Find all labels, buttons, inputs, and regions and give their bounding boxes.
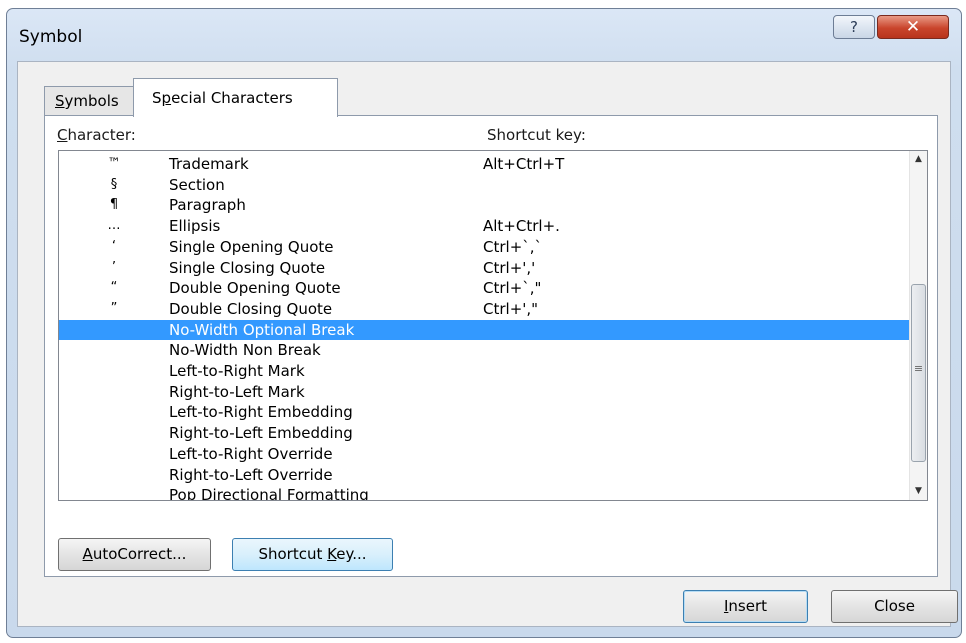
character-glyph: ‘ bbox=[111, 238, 117, 254]
shortcut-key-value: Ctrl+`," bbox=[483, 279, 542, 298]
tab-symbols[interactable]: Symbols bbox=[44, 86, 134, 115]
insert-button[interactable]: Insert bbox=[683, 590, 808, 623]
list-item[interactable]: No-Width Non Break bbox=[59, 340, 911, 361]
up-arrow-icon[interactable]: ▲ bbox=[910, 151, 927, 168]
shortcut-key-value: Alt+Ctrl+T bbox=[483, 155, 565, 173]
character-glyph: ™ bbox=[107, 156, 121, 171]
list-item[interactable]: ¶ Paragraph bbox=[59, 195, 911, 216]
character-name: Section bbox=[169, 175, 225, 194]
character-name: Left-to-Right Mark bbox=[169, 362, 305, 380]
window-close-button[interactable]: ✕ bbox=[877, 15, 949, 39]
tab-special-characters[interactable]: Special Characters bbox=[133, 78, 338, 117]
character-name: Right-to-Left Override bbox=[169, 465, 333, 484]
character-name: No-Width Optional Break bbox=[169, 320, 355, 339]
character-glyph: ¶ bbox=[109, 197, 119, 213]
title-bar[interactable]: Symbol ? ✕ bbox=[7, 9, 961, 61]
character-name: Double Closing Quote bbox=[169, 299, 333, 318]
character-name: Left-to-Right Override bbox=[169, 444, 333, 463]
close-icon: ✕ bbox=[905, 17, 921, 37]
list-item[interactable]: Right-to-Left Embedding bbox=[59, 423, 911, 444]
character-name: Right-to-Left Mark bbox=[169, 382, 305, 401]
character-name: Right-to-Left Embedding bbox=[169, 424, 353, 443]
character-name: Left-to-Right Embedding bbox=[169, 403, 353, 422]
list-item[interactable]: Right-to-Left Override bbox=[59, 465, 911, 486]
shortcut-key-value: Ctrl+`,` bbox=[483, 237, 543, 256]
grip-icon: ≡ bbox=[913, 362, 924, 375]
list-item[interactable]: No-Width Optional Break bbox=[59, 319, 911, 341]
list-item[interactable]: Pop Directional Formatting bbox=[59, 485, 911, 501]
shortcut-key-value: Ctrl+',' bbox=[483, 258, 536, 277]
shortcut-key-value: Alt+Ctrl+. bbox=[483, 217, 560, 236]
list-item[interactable]: Left-to-Right Embedding bbox=[59, 402, 911, 423]
shortcut-key-column-header: Shortcut key: bbox=[487, 126, 586, 144]
character-name: Double Opening Quote bbox=[169, 279, 341, 298]
list-item[interactable]: “ Double Opening Quote Ctrl+`," bbox=[59, 278, 911, 299]
help-icon: ? bbox=[850, 18, 858, 36]
character-name: No-Width Non Break bbox=[169, 341, 321, 360]
help-button[interactable]: ? bbox=[833, 15, 875, 39]
symbol-dialog: Symbol ? ✕ Symbols Special Characters Ch… bbox=[6, 8, 962, 638]
list-item[interactable]: … Ellipsis Alt+Ctrl+. bbox=[59, 216, 911, 237]
character-glyph: “ bbox=[110, 280, 118, 296]
character-glyph: … bbox=[107, 218, 121, 234]
character-name: Ellipsis bbox=[169, 217, 221, 236]
shortcut-key-button[interactable]: Shortcut Key... bbox=[232, 538, 393, 571]
character-name: Trademark bbox=[169, 155, 249, 173]
list-item[interactable]: Left-to-Right Override bbox=[59, 444, 911, 465]
vertical-scrollbar[interactable]: ▲ ≡ ▼ bbox=[909, 151, 927, 500]
list-item[interactable]: Right-to-Left Mark bbox=[59, 382, 911, 403]
scrollbar-thumb[interactable]: ≡ bbox=[911, 284, 926, 462]
list-item[interactable]: ‘ Single Opening Quote Ctrl+`,` bbox=[59, 237, 911, 258]
list-item[interactable]: ” Double Closing Quote Ctrl+'," bbox=[59, 299, 911, 320]
character-glyph: § bbox=[110, 176, 118, 192]
character-name: Single Opening Quote bbox=[169, 237, 334, 256]
character-glyph: ” bbox=[110, 300, 118, 316]
special-character-list[interactable]: ™ Trademark Alt+Ctrl+T § Section ¶ Paragraph … E… bbox=[58, 150, 928, 501]
character-glyph: ’ bbox=[111, 259, 117, 275]
character-name: Pop Directional Formatting bbox=[169, 486, 369, 501]
close-button[interactable]: Close bbox=[831, 590, 958, 623]
autocorrect-button[interactable]: AutoCorrect... bbox=[58, 538, 211, 571]
list-item[interactable]: ’ Single Closing Quote Ctrl+',' bbox=[59, 258, 911, 279]
character-name: Paragraph bbox=[169, 196, 246, 215]
list-item[interactable]: § Section bbox=[59, 175, 911, 196]
special-characters-panel: Character: Shortcut key: ™ Trademark Alt+C… bbox=[44, 115, 938, 577]
character-name: Single Closing Quote bbox=[169, 258, 326, 277]
list-item[interactable]: Left-to-Right Mark bbox=[59, 361, 911, 382]
character-column-header: Character: bbox=[57, 126, 136, 144]
window-title: Symbol bbox=[19, 27, 83, 47]
dialog-client-area: Symbols Special Characters Character: Sh… bbox=[17, 61, 958, 627]
down-arrow-icon[interactable]: ▼ bbox=[910, 483, 927, 500]
list-item[interactable]: ™ Trademark Alt+Ctrl+T bbox=[59, 154, 911, 175]
shortcut-key-value: Ctrl+'," bbox=[483, 299, 539, 318]
